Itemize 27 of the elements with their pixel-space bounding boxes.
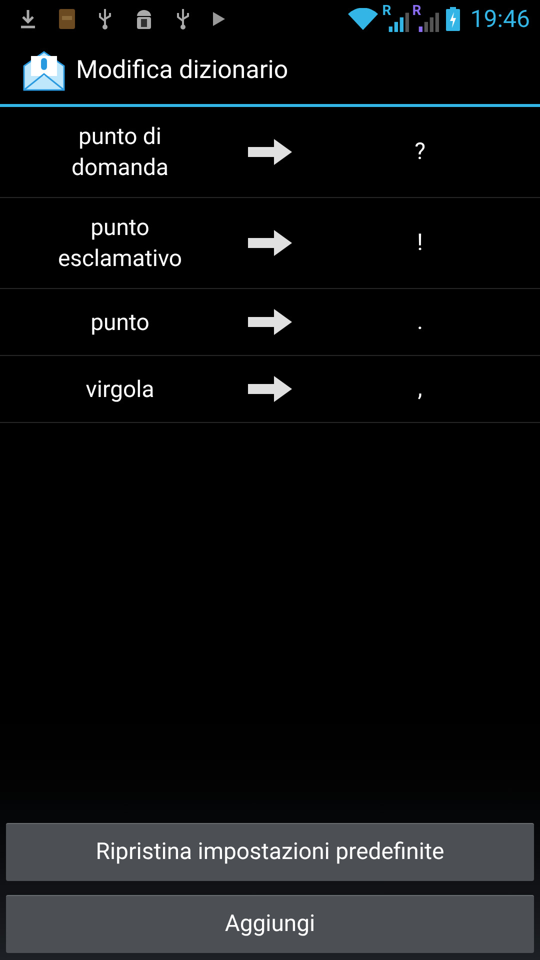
wifi-icon xyxy=(348,8,378,30)
roaming-label: R xyxy=(412,4,422,18)
action-button[interactable]: Ripristina impostazioni predefinite xyxy=(6,823,534,881)
symbol-text: . xyxy=(416,306,424,337)
symbol-text: ! xyxy=(417,228,423,258)
right-arrow-icon xyxy=(248,139,292,165)
right-arrow-icon xyxy=(248,309,292,335)
envelope-microphone-icon xyxy=(22,50,66,92)
phrase-text: punto di domanda xyxy=(70,122,170,183)
phrase-text: punto xyxy=(90,308,150,338)
book-icon xyxy=(58,8,76,30)
right-arrow-icon xyxy=(248,230,292,256)
battery-icon xyxy=(446,7,460,31)
symbol-text: ? xyxy=(414,136,426,167)
play-icon xyxy=(212,11,226,27)
phrase-text: punto esclamativo xyxy=(56,213,184,274)
screen-title: Modifica dizionario xyxy=(76,55,288,88)
right-arrow-icon xyxy=(248,376,292,402)
android-icon xyxy=(134,8,154,30)
download-icon xyxy=(20,9,36,29)
clock-time: 19:46 xyxy=(470,4,530,35)
symbol-text: , xyxy=(418,374,422,404)
phrase-text: virgola xyxy=(86,374,154,404)
usb-icon xyxy=(98,8,112,30)
usb-icon xyxy=(176,8,190,30)
roaming-label: R xyxy=(382,4,392,18)
action-button[interactable]: Aggiungi xyxy=(6,895,534,953)
